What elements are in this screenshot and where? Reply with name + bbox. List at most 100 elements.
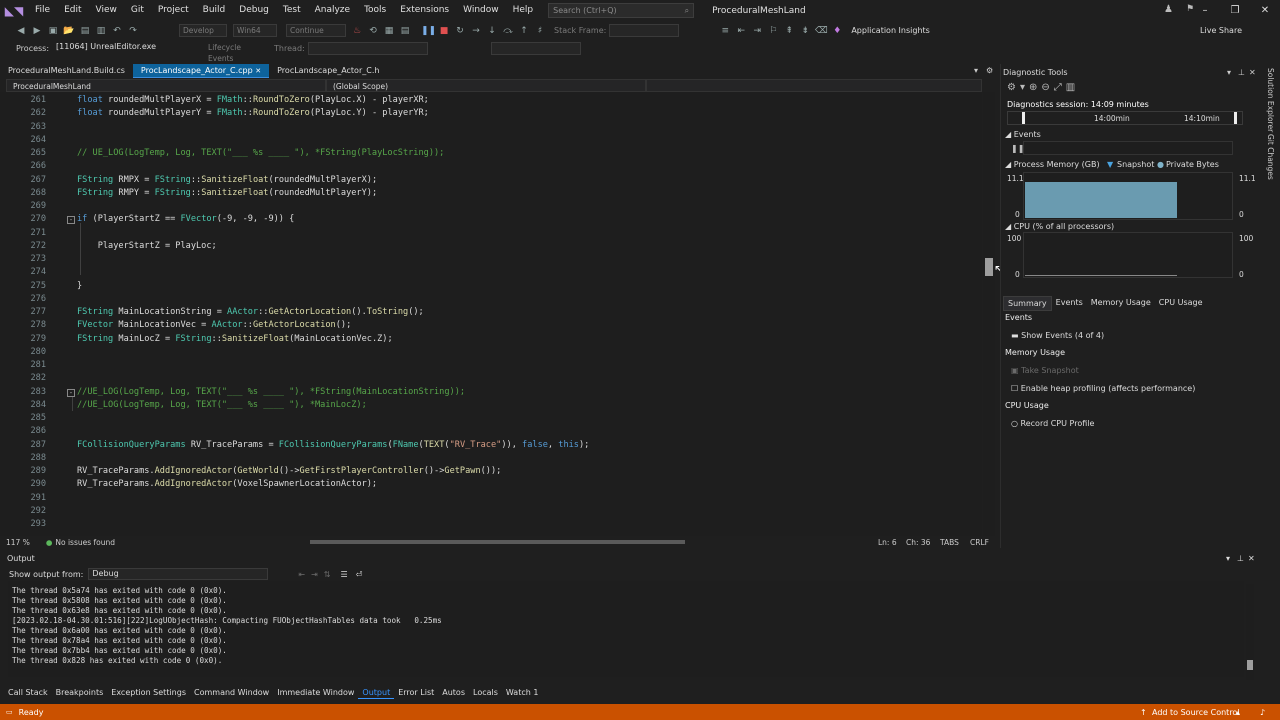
fold-toggle-icon[interactable]: - [67,216,75,225]
code-line[interactable]: 271 [0,227,980,240]
code-line[interactable]: 266 [0,160,980,173]
stack-frame-select[interactable] [609,24,680,37]
events-section-title[interactable]: ◢ Events [1005,130,1041,139]
redo-icon[interactable]: ↷ [126,26,140,36]
record-cpu-button[interactable]: ○ Record CPU Profile [1011,419,1094,428]
heap-profiling-checkbox[interactable]: ☐ Enable heap profiling (affects perform… [1011,384,1195,393]
menu-test[interactable]: Test [276,0,308,21]
code-line[interactable]: 289 RV_TraceParams.AddIgnoredActor(GetWor… [0,465,980,478]
code-line[interactable]: 292 [0,505,980,518]
output-scrollbar[interactable] [1246,584,1254,680]
bookmark-clear-icon[interactable]: ⌫ [814,26,828,36]
tab-actor-h[interactable]: ProcLandscape_Actor_C.h [269,64,387,78]
tab-actor-cpp[interactable]: ProcLandscape_Actor_C.cpp ✕ [132,64,270,78]
code-line[interactable]: 291 [0,492,980,505]
tab-events[interactable]: Events [1052,296,1087,311]
code-line[interactable]: 274 [0,266,980,279]
indent-mode[interactable]: TABS [940,538,959,547]
format-icon[interactable]: ≡ [718,26,732,36]
app-insights-button[interactable]: Application Insights [851,26,930,35]
take-snapshot-button[interactable]: ▣ Take Snapshot [1011,366,1079,375]
diag-settings-icon[interactable]: ⚙ [1007,82,1016,93]
code-line[interactable]: 288 [0,452,980,465]
output-scroll-thumb[interactable] [1247,660,1253,670]
configuration-select[interactable]: Develop [179,24,227,37]
bookmark-prev-icon[interactable]: ⇞ [782,26,796,36]
find-next-icon[interactable]: ⇥ [311,570,318,579]
process-select[interactable]: [11064] UnrealEditor.exe [53,42,184,54]
output-dropdown-icon[interactable]: ▾ [1226,554,1230,563]
output-text[interactable]: The thread 0x5a74 has exited with code 0… [8,581,1244,677]
code-line[interactable]: 281 [0,359,980,372]
code-line[interactable]: 293 [0,518,980,531]
undo-icon[interactable]: ↶ [110,26,124,36]
menu-extensions[interactable]: Extensions [393,0,456,21]
code-line[interactable]: 280 [0,346,980,359]
menu-project[interactable]: Project [151,0,196,21]
member-dropdown[interactable] [646,79,982,92]
screen-icon[interactable]: ▦ [382,26,396,36]
code-line[interactable]: 284 //UE_LOG(LogTemp, Log, TEXT("___ %s _… [0,399,980,412]
tab-command-window[interactable]: Command Window [190,686,273,699]
code-line[interactable]: 270 if (PlayerStartZ == FVector(-9, -9, -… [0,213,980,226]
code-line[interactable]: 267 FString RMPX = FString::SanitizeFloat… [0,174,980,187]
bookmark-icon[interactable]: ⚐ [766,26,780,36]
open-icon[interactable]: 📂 [62,26,76,36]
line-ending[interactable]: CRLF [970,538,989,547]
platform-select[interactable]: Win64 [233,24,277,37]
thread-filter-select[interactable] [490,41,581,55]
issues-status[interactable]: No issues found [55,538,115,547]
notifications-icon[interactable]: ♪ [1260,708,1265,717]
code-line[interactable]: 277 FString MainLocationString = AActor::… [0,306,980,319]
tab-watch-1[interactable]: Watch 1 [502,686,543,699]
new-item-icon[interactable]: ▣ [46,26,60,36]
uncomment-icon[interactable]: ⇥ [750,26,764,36]
menu-window[interactable]: Window [456,0,506,21]
show-next-icon[interactable]: → [469,26,483,36]
restart-icon[interactable]: ⟲ [366,26,380,36]
tab-build-cs[interactable]: ProceduralMeshLand.Build.cs [0,64,133,78]
minimize-icon[interactable]: – [1190,0,1220,21]
tab-memory-usage[interactable]: Memory Usage [1087,296,1155,311]
code-line[interactable]: 286 [0,425,980,438]
code-line[interactable]: 272 PlayerStartZ = PlayLoc; [0,240,980,253]
menu-edit[interactable]: Edit [57,0,88,21]
menu-view[interactable]: View [89,0,124,21]
tab-call-stack[interactable]: Call Stack [4,686,52,699]
reset-view-icon[interactable]: ⤢ [1054,82,1062,93]
step-into-icon[interactable]: ↓ [485,26,499,36]
code-line[interactable]: 273 [0,253,980,266]
tab-cpu-usage[interactable]: CPU Usage [1155,296,1207,311]
code-line[interactable]: 283 //UE_LOG(LogTemp, Log, TEXT("___ %s _… [0,386,980,399]
code-line[interactable]: 261 float roundedMultPlayerX = FMath::Rou… [0,94,980,107]
save-all-icon[interactable]: ▥ [94,26,108,36]
chart-icon[interactable]: ▥ [1066,82,1075,93]
editor-horizontal-scroll-thumb[interactable] [310,540,685,544]
account-icon[interactable]: ♟ [1164,4,1173,15]
tab-autos[interactable]: Autos [438,686,469,699]
forward-icon[interactable]: ▶ [30,26,44,36]
output-pin-icon[interactable]: ⊥ [1237,554,1244,563]
step-over-icon[interactable]: ⤼ [501,26,515,36]
pin-icon[interactable]: ⊥ [1238,68,1245,77]
code-line[interactable]: 268 FString RMPY = FString::SanitizeFloat… [0,187,980,200]
menu-build[interactable]: Build [196,0,233,21]
hot-reload-icon[interactable]: ♯ [533,26,547,36]
cpu-section-title[interactable]: ◢ CPU (% of all processors) [1005,222,1114,231]
zoom-level[interactable]: 117 % [6,538,30,547]
fire-icon[interactable]: ♨ [350,26,364,36]
tab-summary[interactable]: Summary [1003,296,1052,311]
code-line[interactable]: 263 [0,121,980,134]
menu-tools[interactable]: Tools [357,0,393,21]
panel-close-icon[interactable]: ✕ [1249,68,1256,77]
code-line[interactable]: 276 [0,293,980,306]
comment-icon[interactable]: ⇤ [734,26,748,36]
tab-locals[interactable]: Locals [469,686,502,699]
cpu-graph[interactable] [1023,232,1233,278]
solution-explorer-tab[interactable]: Solution Explorer [1266,68,1275,132]
stop-icon[interactable]: ■ [437,26,451,36]
menu-git[interactable]: Git [124,0,151,21]
output-close-icon[interactable]: ✕ [1248,554,1255,563]
tab-close-icon[interactable]: ✕ [255,67,261,75]
panel-dropdown-icon[interactable]: ▾ [1227,68,1231,77]
